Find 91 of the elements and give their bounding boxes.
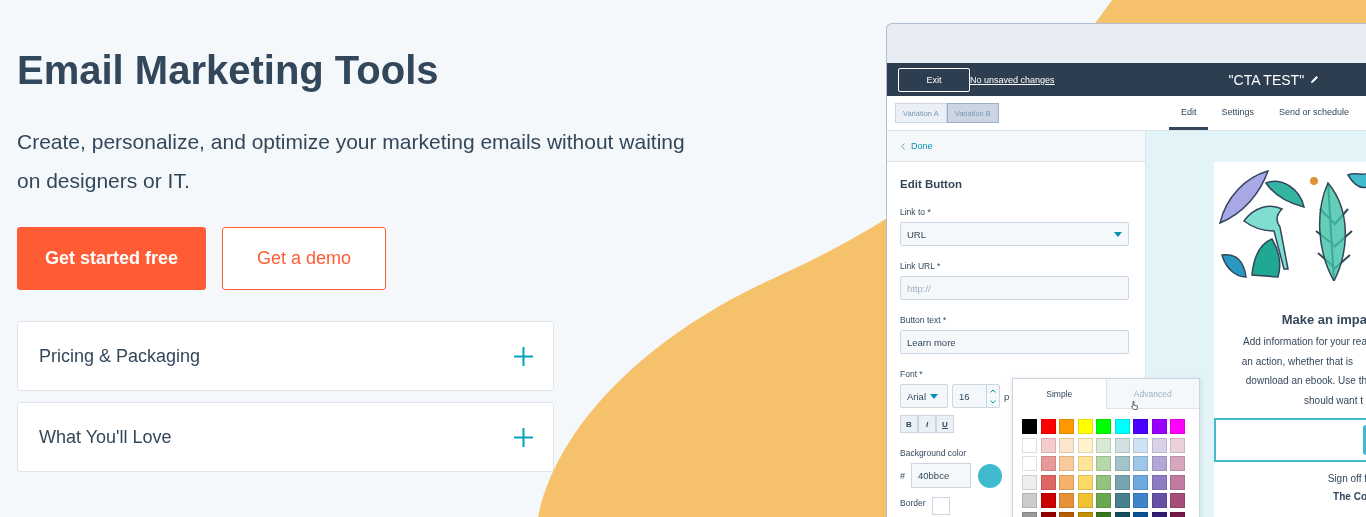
field-label: Background color xyxy=(900,447,968,459)
exit-button[interactable]: Exit xyxy=(898,67,970,92)
color-swatch[interactable] xyxy=(1077,456,1093,472)
color-swatch[interactable] xyxy=(1096,419,1111,434)
color-field[interactable]: 40bbce xyxy=(911,463,971,488)
color-swatch[interactable] xyxy=(1114,437,1130,453)
color-swatch[interactable] xyxy=(1151,437,1167,453)
cursor-icon xyxy=(1131,401,1138,410)
color-swatch[interactable] xyxy=(1133,419,1148,434)
hash-label: # xyxy=(900,470,905,481)
color-swatch[interactable] xyxy=(1114,493,1130,509)
email-text: an action, whether that is xyxy=(1240,354,1354,369)
accordion-label: What You'll Love xyxy=(39,426,172,448)
color-swatch[interactable] xyxy=(1059,456,1074,472)
caret-icon xyxy=(930,393,938,399)
font-select[interactable]: Arial xyxy=(900,384,948,408)
color-swatch[interactable] xyxy=(1133,474,1148,490)
field-label: Link URL * xyxy=(900,260,942,272)
unit-label: p xyxy=(1004,390,1010,402)
back-icon[interactable] xyxy=(901,142,905,150)
color-swatch[interactable] xyxy=(1096,437,1111,453)
color-swatch[interactable] xyxy=(1040,474,1056,490)
color-swatch[interactable] xyxy=(1040,437,1056,453)
color-swatch[interactable] xyxy=(1022,437,1037,453)
down-icon[interactable] xyxy=(990,399,996,404)
color-swatch[interactable] xyxy=(1096,456,1111,472)
up-icon[interactable] xyxy=(990,388,996,393)
color-swatch[interactable] xyxy=(1040,493,1056,509)
select-field[interactable]: URL xyxy=(900,222,1129,246)
field-label: Button text * xyxy=(900,314,948,326)
page-title: Email Marketing Tools xyxy=(17,47,439,94)
accordion-item[interactable]: Pricing & Packaging xyxy=(17,321,554,391)
bold-button[interactable]: B xyxy=(900,415,918,433)
caret-icon xyxy=(1114,231,1122,237)
pencil-icon[interactable] xyxy=(1310,75,1320,84)
plus-icon xyxy=(514,346,533,366)
accordion-label: Pricing & Packaging xyxy=(39,345,201,367)
editor-tab[interactable]: Settings xyxy=(1209,96,1266,130)
color-swatch[interactable] xyxy=(1170,474,1185,490)
italic-button[interactable]: I xyxy=(918,415,936,433)
email-signature: The Co xyxy=(1332,491,1366,502)
color-preview-dot[interactable] xyxy=(978,463,1002,488)
font-size-field[interactable]: 16 xyxy=(952,384,1000,408)
color-swatch[interactable] xyxy=(1040,419,1056,434)
color-swatch[interactable] xyxy=(1170,493,1185,509)
color-swatch[interactable] xyxy=(1096,474,1111,490)
color-swatch[interactable] xyxy=(1040,456,1056,472)
color-swatch[interactable] xyxy=(1151,419,1167,434)
underline-button[interactable]: U xyxy=(936,415,954,433)
field-label: Font * xyxy=(900,368,924,380)
color-swatch[interactable] xyxy=(1114,456,1130,472)
color-swatch[interactable] xyxy=(1077,437,1093,453)
email-text: should want t xyxy=(1303,393,1364,408)
field-label: Link to * xyxy=(900,206,932,218)
text-field[interactable]: Learn more xyxy=(900,330,1129,354)
panel-heading: Edit Button xyxy=(900,177,963,192)
color-swatch[interactable] xyxy=(1133,456,1148,472)
color-swatch[interactable] xyxy=(1059,419,1074,434)
picker-tab[interactable]: Simple xyxy=(1013,379,1106,409)
color-swatch[interactable] xyxy=(1077,419,1093,434)
color-swatch[interactable] xyxy=(1077,474,1093,490)
color-swatch[interactable] xyxy=(1133,493,1148,509)
email-text: download an ebook. Use th xyxy=(1244,374,1366,388)
color-swatch[interactable] xyxy=(1170,437,1185,453)
page-subtitle: Create, personalize, and optimize your marketing emails without waiting on designers or IT. xyxy=(17,129,686,194)
email-title: "CTA TEST" xyxy=(1228,71,1305,88)
color-swatch[interactable] xyxy=(1022,493,1037,509)
save-status-link[interactable]: No unsaved changes xyxy=(970,74,1055,85)
color-swatch[interactable] xyxy=(1022,419,1037,434)
editor-tab[interactable]: Send or schedule xyxy=(1266,96,1361,130)
field-label: Border xyxy=(900,497,926,509)
color-swatch[interactable] xyxy=(1059,474,1074,490)
text-field[interactable]: http:// xyxy=(900,276,1129,300)
color-swatch[interactable] xyxy=(1022,474,1037,490)
color-swatch[interactable] xyxy=(1059,493,1074,509)
color-swatch[interactable] xyxy=(1151,474,1167,490)
color-swatch[interactable] xyxy=(1096,493,1111,509)
color-swatch[interactable] xyxy=(1170,456,1185,472)
color-swatch[interactable] xyxy=(1133,437,1148,453)
color-swatch[interactable] xyxy=(1114,474,1130,490)
plus-icon xyxy=(514,427,533,447)
color-swatch[interactable] xyxy=(1114,419,1130,434)
color-swatch[interactable] xyxy=(1151,493,1167,509)
border-style-field[interactable] xyxy=(931,497,950,515)
color-swatch[interactable] xyxy=(1077,493,1093,509)
accordion-item[interactable]: What You'll Love xyxy=(17,402,554,472)
color-swatch[interactable] xyxy=(1022,456,1037,472)
color-swatch[interactable] xyxy=(1151,456,1167,472)
color-swatch[interactable] xyxy=(1170,419,1185,434)
color-swatch[interactable] xyxy=(1059,437,1074,453)
done-link[interactable]: Done xyxy=(911,141,933,151)
